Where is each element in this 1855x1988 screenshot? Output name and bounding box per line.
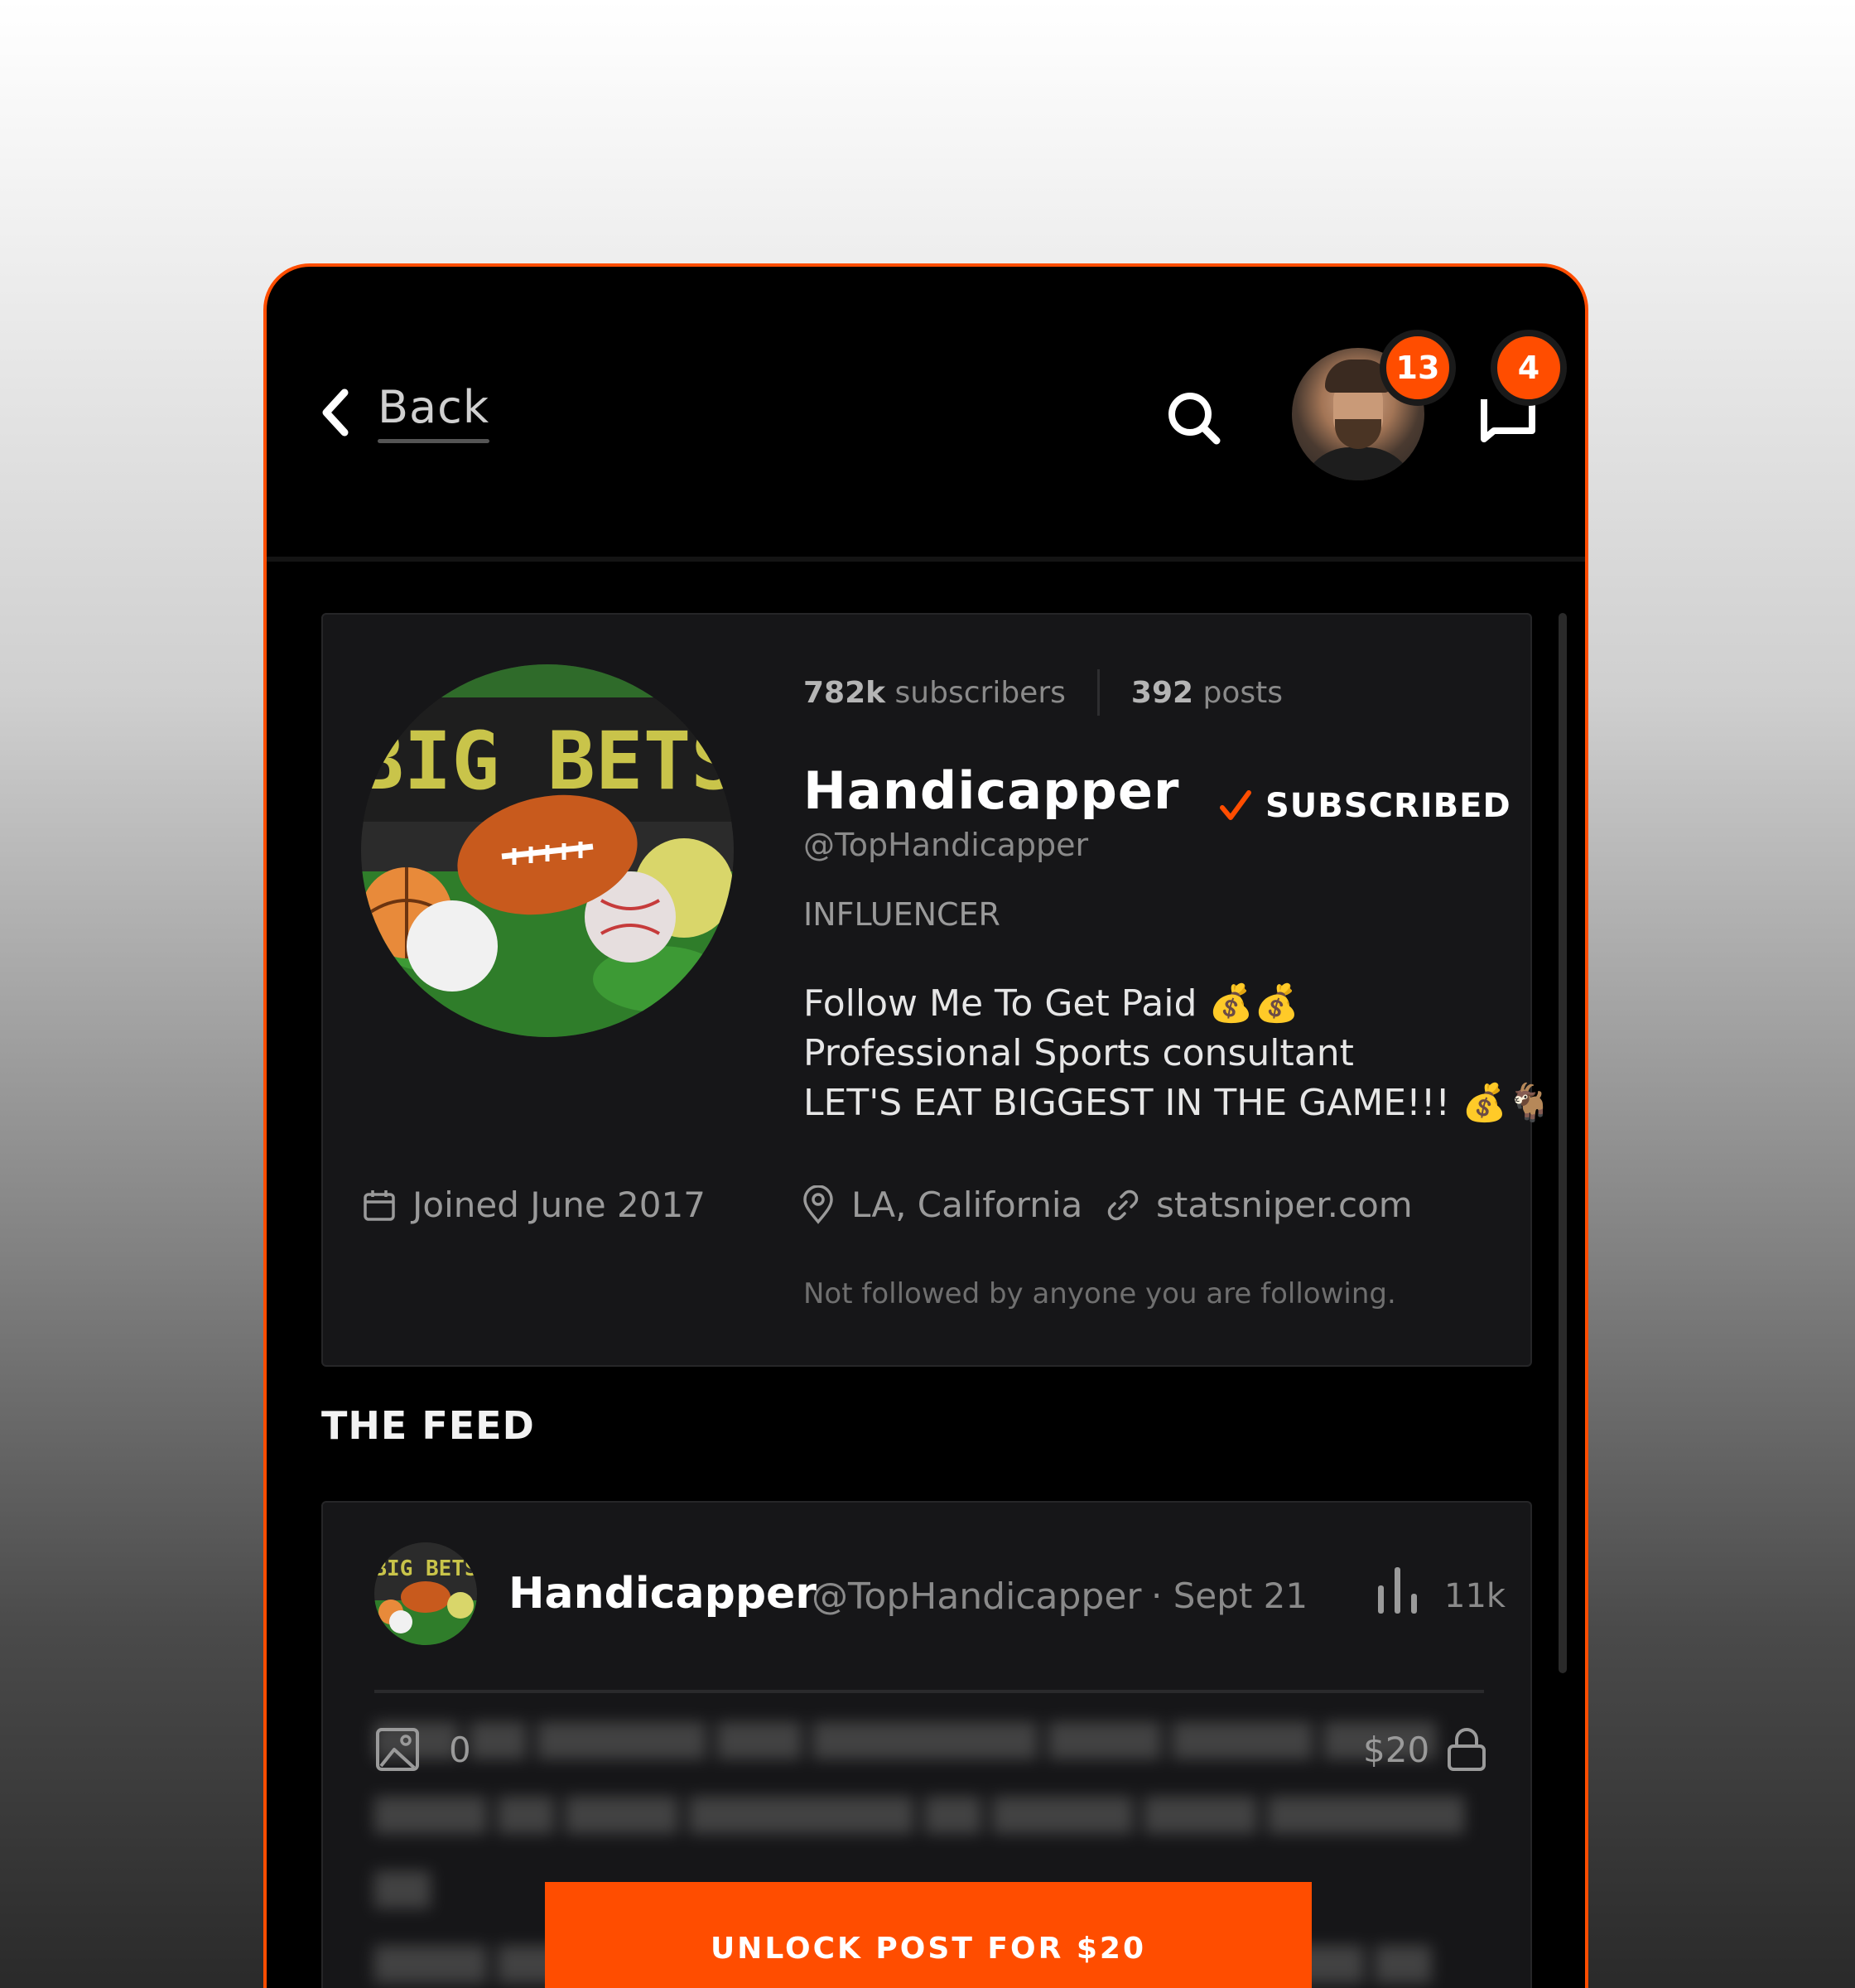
link-icon bbox=[1107, 1189, 1139, 1220]
bar-chart-icon bbox=[1378, 1567, 1417, 1614]
post-views: 11k bbox=[1444, 1577, 1506, 1615]
posts-label: posts bbox=[1202, 675, 1284, 710]
app-window: Back 13 4 BIG BETS 782k subscribers 392 … bbox=[263, 263, 1588, 1988]
calendar-icon bbox=[364, 1189, 395, 1221]
profile-bio: Follow Me To Get Paid 💰💰 Professional Sp… bbox=[803, 979, 1553, 1128]
back-button[interactable]: Back bbox=[320, 381, 490, 443]
notifications-badge[interactable]: 13 bbox=[1380, 330, 1456, 406]
website-link[interactable]: statsniper.com bbox=[1105, 1185, 1413, 1225]
post-card: BIG BETS Handicapper @TopHandicapper · S… bbox=[321, 1501, 1532, 1988]
profile-role: INFLUENCER bbox=[803, 896, 1000, 933]
header-divider bbox=[267, 557, 1585, 562]
image-icon bbox=[376, 1728, 419, 1771]
website-text[interactable]: statsniper.com bbox=[1156, 1185, 1413, 1225]
media-count-value: 0 bbox=[449, 1729, 471, 1770]
subscribers-label: subscribers bbox=[894, 675, 1066, 710]
bio-line: Professional Sports consultant bbox=[803, 1032, 1354, 1074]
subscribers-count: 782k bbox=[803, 675, 886, 710]
lock-icon bbox=[1448, 1728, 1486, 1771]
search-icon[interactable] bbox=[1165, 389, 1223, 447]
profile-name: Handicapper bbox=[803, 760, 1180, 821]
post-author-avatar[interactable]: BIG BETS bbox=[374, 1542, 477, 1645]
profile-card: BIG BETS 782k subscribers 392 posts Hand… bbox=[321, 613, 1553, 1367]
post-author-name: Handicapper bbox=[508, 1569, 817, 1619]
logo-text: BIG BETS bbox=[361, 715, 734, 808]
profile-handle: @TopHandicapper bbox=[803, 827, 1089, 863]
location-text: LA, California bbox=[851, 1185, 1083, 1225]
big-bets-logo-image: BIG BETS bbox=[361, 664, 734, 1037]
top-bar: Back 13 4 bbox=[267, 267, 1585, 557]
bio-line: Follow Me To Get Paid 💰💰 bbox=[803, 982, 1299, 1025]
unlock-post-button[interactable]: UNLOCK POST FOR $20 bbox=[545, 1882, 1312, 1988]
messages-badge[interactable]: 4 bbox=[1491, 330, 1567, 406]
big-bets-logo-image: BIG BETS bbox=[374, 1542, 477, 1645]
scrollbar[interactable] bbox=[1559, 613, 1567, 1673]
post-date: · Sept 21 bbox=[1151, 1575, 1308, 1616]
location-pin-icon bbox=[803, 1185, 833, 1224]
back-label: Back bbox=[378, 381, 490, 443]
chevron-left-icon bbox=[322, 388, 349, 436]
profile-stats: 782k subscribers 392 posts bbox=[803, 669, 1283, 716]
subscribed-label: SUBSCRIBED bbox=[1265, 787, 1511, 825]
post-divider bbox=[374, 1690, 1484, 1693]
followers-note: Not followed by anyone you are following… bbox=[803, 1277, 1396, 1310]
logo-text: BIG BETS bbox=[374, 1556, 477, 1581]
stats-divider bbox=[1096, 669, 1100, 716]
joined-date: Joined June 2017 bbox=[361, 1185, 706, 1225]
checkmark-icon bbox=[1220, 790, 1251, 820]
profile-avatar[interactable]: BIG BETS bbox=[361, 664, 734, 1037]
bio-line: LET'S EAT BIGGEST IN THE GAME!!! 💰🐐 bbox=[803, 1082, 1553, 1124]
joined-text: Joined June 2017 bbox=[412, 1185, 706, 1225]
feed-heading: THE FEED bbox=[321, 1403, 535, 1448]
media-count: 0 bbox=[374, 1726, 471, 1773]
post-price: $20 bbox=[1363, 1726, 1487, 1773]
posts-count: 392 bbox=[1130, 675, 1194, 710]
page-backdrop: Back 13 4 BIG BETS 782k subscribers 392 … bbox=[0, 0, 1855, 1988]
price-value: $20 bbox=[1363, 1729, 1430, 1770]
location: LA, California bbox=[800, 1185, 1082, 1225]
subscribed-button[interactable]: SUBSCRIBED bbox=[1217, 787, 1511, 825]
post-author-handle: @TopHandicapper bbox=[812, 1575, 1142, 1618]
